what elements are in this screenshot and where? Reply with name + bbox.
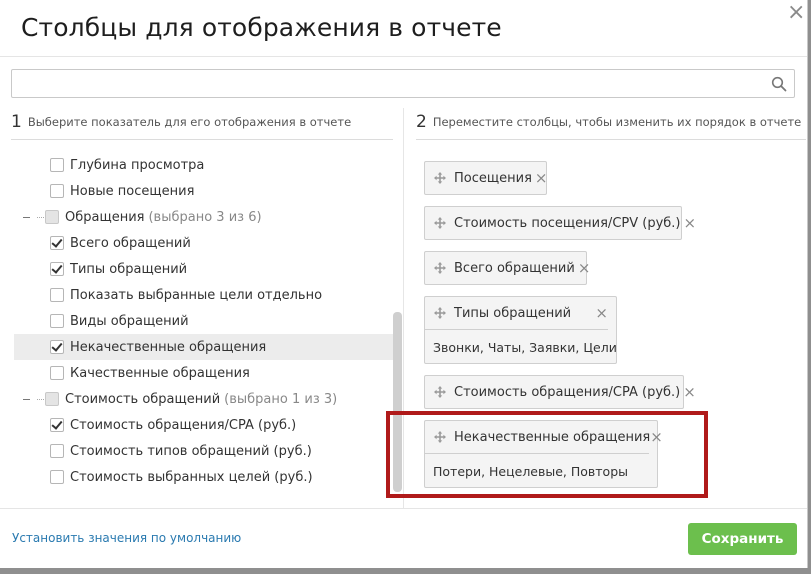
step-number-1: 1 [11,112,22,132]
search-box [11,69,795,98]
item-checkbox[interactable] [50,288,64,302]
drag-handle-icon[interactable] [434,307,446,319]
tree-item-label: Стоимость обращений [65,391,221,407]
step-number-2: 2 [416,112,427,132]
remove-chip-icon[interactable]: × [578,259,591,277]
footer-divider [0,508,807,509]
right-heading-text: Переместите столбцы, чтобы изменить их п… [432,115,802,129]
tree-group[interactable]: Стоимость обращений (выбрано 1 из 3) [14,386,393,412]
tree-group[interactable]: Обращения (выбрано 3 из 6) [14,204,393,230]
tree-item[interactable]: Стоимость обращения/CPA (руб.) [14,412,393,438]
column-chip[interactable]: Стоимость обращения/CPA (руб.) × [424,375,696,409]
group-checkbox[interactable] [45,392,59,406]
column-chip[interactable]: Типы обращений × Звонки, Чаты, Заявки, Цел… [424,296,617,364]
tree-item[interactable]: Виды обращений [14,308,393,334]
tree-item[interactable]: Всего обращений [14,230,393,256]
tree-item-label: Виды обращений [70,313,189,329]
tree-item[interactable]: Типы обращений [14,256,393,282]
header-divider [0,56,807,57]
remove-chip-icon[interactable]: × [683,383,696,401]
right-column-heading: 2 Переместите столбцы, чтобы изменить их … [416,112,806,140]
item-checkbox[interactable] [50,444,64,458]
dialog-title: Столбцы для отображения в отчете [21,13,502,42]
tree-item[interactable]: Показать выбранные цели отдельно [14,282,393,308]
search-input[interactable] [18,70,762,98]
tree-item[interactable]: Некачественные обращения [14,334,393,360]
item-checkbox[interactable] [50,184,64,198]
reset-defaults-link[interactable]: Установить значения по умолчанию [12,531,241,545]
column-chip[interactable]: Всего обращений × [424,251,590,285]
tree-item-label: Глубина просмотра [70,157,205,173]
tree-item-label: Стоимость обращения/CPA (руб.) [70,417,297,433]
search-icon[interactable] [771,76,787,92]
column-chip[interactable]: Стоимость посещения/CPV (руб.) × [424,206,696,240]
item-checkbox[interactable] [50,262,64,276]
collapse-icon[interactable] [22,395,31,404]
highlight-box [386,411,708,498]
left-heading-text: Выберите показатель для его отображения … [27,115,352,129]
item-checkbox[interactable] [50,470,64,484]
item-checkbox[interactable] [50,236,64,250]
chip-label: Посещения [454,170,532,186]
tree-item-label: Новые посещения [70,183,195,199]
backdrop-strip [0,568,811,574]
tree-item-label: Качественные обращения [70,365,250,381]
item-checkbox[interactable] [50,158,64,172]
metric-tree: Глубина просмотра Новые посещения Обращени… [11,152,393,492]
chip-label: Типы обращений [454,305,572,321]
collapse-icon[interactable] [22,213,31,222]
drag-handle-icon[interactable] [434,386,446,398]
tree-item-label: Обращения [65,209,145,225]
selected-count: (выбрано 3 из 6) [148,209,262,225]
tree-item[interactable]: Глубина просмотра [14,152,393,178]
tree-item-label: Всего обращений [70,235,191,251]
columns-dialog: Столбцы для отображения в отчете × 1 Выбе… [0,0,808,568]
selected-count: (выбрано 1 из 3) [224,391,338,407]
tree-item-label: Показать выбранные цели отдельно [70,287,323,303]
item-checkbox[interactable] [50,314,64,328]
chip-label: Стоимость посещения/CPV (руб.) [454,215,681,231]
remove-chip-icon[interactable]: × [684,214,697,232]
tree-item-label: Типы обращений [70,261,188,277]
chip-subitems: Звонки, Чаты, Заявки, Цели [424,329,617,362]
tree-connector [37,216,44,218]
drag-handle-icon[interactable] [434,172,446,184]
chip-label: Всего обращений [454,260,575,276]
tree-connector [37,398,44,400]
item-checkbox[interactable] [50,366,64,380]
save-button[interactable]: Сохранить [688,523,797,555]
group-checkbox[interactable] [45,210,59,224]
drag-handle-icon[interactable] [434,262,446,274]
column-chip[interactable]: Посещения × [424,161,547,195]
tree-item-label: Некачественные обращения [70,339,267,355]
tree-item-label: Стоимость типов обращений (руб.) [70,443,312,459]
chip-label: Стоимость обращения/CPA (руб.) [454,384,681,400]
item-checkbox[interactable] [50,340,64,354]
tree-item[interactable]: Стоимость выбранных целей (руб.) [14,464,393,490]
remove-chip-icon[interactable]: × [595,304,608,322]
drag-handle-icon[interactable] [434,217,446,229]
tree-item[interactable]: Качественные обращения [14,360,393,386]
tree-item-label: Стоимость выбранных целей (руб.) [70,469,313,485]
remove-chip-icon[interactable]: × [535,169,548,187]
item-checkbox[interactable] [50,418,64,432]
tree-item[interactable]: Новые посещения [14,178,393,204]
tree-item[interactable]: Стоимость типов обращений (руб.) [14,438,393,464]
close-icon[interactable]: × [787,0,805,26]
left-column-heading: 1 Выберите показатель для его отображения… [11,112,393,140]
